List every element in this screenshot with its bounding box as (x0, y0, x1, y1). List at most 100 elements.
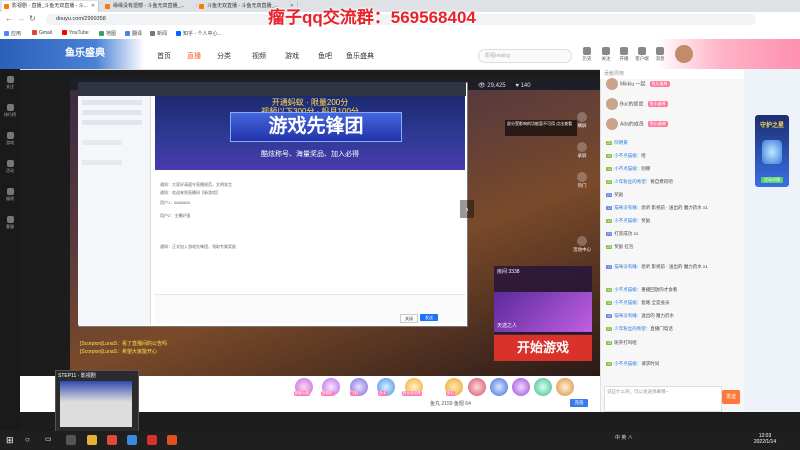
banner-subtitle: 酷炫称号、海量奖品、加入必得 (261, 151, 359, 158)
gift-item[interactable] (556, 378, 574, 396)
rotate-button[interactable]: 横屏 (568, 112, 596, 129)
expand-arrow-icon[interactable]: › (460, 200, 474, 218)
app-icon[interactable] (147, 435, 157, 445)
follow-button[interactable]: 关注 (598, 47, 614, 62)
bookmark-item[interactable]: 知乎 - 个人中心... (176, 30, 222, 37)
chat-message[interactable]: 14 小不点猫娘：奖励 (606, 218, 650, 224)
system-tray[interactable]: 中 英 ∧ (615, 434, 633, 441)
chat-message[interactable]: 20 阿明黄 (606, 140, 628, 146)
captured-sidebar-row (82, 140, 122, 145)
send-button[interactable]: 发送 (722, 390, 740, 404)
captured-sidebar-row (82, 100, 142, 105)
bag-icon (6, 188, 14, 195)
forward-icon[interactable]: → (17, 14, 25, 23)
star-icon (602, 47, 610, 55)
app-icon[interactable] (167, 435, 177, 445)
record-button[interactable]: 录屏 (568, 142, 596, 159)
bookmark-item[interactable]: YouTube (62, 30, 89, 36)
start-game-button[interactable]: 开始游戏 (494, 335, 592, 361)
chat-message[interactable]: 14 小不点猫娘：哈 (606, 153, 646, 159)
captured-chat-line: 通知：大家好请遵守直播规范，文明发言 (160, 182, 232, 187)
chat-message[interactable]: 12 猫咪没有睡：送出的 魔力药水 (606, 313, 674, 319)
gift-item[interactable] (512, 378, 530, 396)
currency-stats: 鱼丸 2159 鱼翅 64 (430, 401, 471, 407)
bookmark-item[interactable]: 应用 (4, 30, 21, 37)
history-button[interactable]: 历史 (579, 47, 595, 62)
avatar[interactable] (675, 45, 693, 63)
nav-item-festival[interactable]: 鱼乐盛典 (346, 51, 374, 61)
recharge-button[interactable]: 充值 (570, 399, 588, 407)
chat-message[interactable]: 14 小不点猫娘：别哪 (606, 166, 650, 172)
chat-message[interactable]: 14 小不点猫娘：重播回放的才会看 (606, 287, 677, 293)
chat-input[interactable]: 说些什么吧，可以发送弹幕哦~ (604, 386, 722, 412)
app-icon[interactable] (127, 435, 137, 445)
chat-message[interactable]: 13 猫咪没有睡：悉听 影视前 · 送出的 魔力药水 x1 (606, 264, 708, 270)
search-icon[interactable]: ○ (25, 435, 35, 445)
sidebar-item-service[interactable]: 客服 (0, 216, 20, 230)
folder-icon[interactable] (87, 435, 97, 445)
gift-item[interactable] (490, 378, 508, 396)
douyu-search-input[interactable]: 影视rewing (478, 49, 572, 63)
danmu-line: [Scorpion]LunaS：看了直播间的公告吗 (80, 341, 167, 347)
chat-message[interactable]: 22 少年粉丝的希望：要自费的吧 (606, 179, 673, 185)
left-sidebar (0, 69, 20, 431)
notice-toast[interactable]: 部分受影响的功能暂不可用 点击查看 (505, 120, 577, 136)
taskbar-clock[interactable]: 12:03 2022/1/14 (745, 433, 785, 445)
bookmark-item[interactable]: 新闻 (150, 30, 167, 37)
sidebar-item-follow[interactable]: 关注 (0, 76, 20, 90)
rank-row[interactable]: Mikkiu 一起 鱼乐盛典 (606, 78, 670, 90)
close-icon[interactable]: ✕ (91, 1, 95, 12)
nav-item-home[interactable]: 首页 (157, 51, 171, 61)
rank-row[interactable]: Ada的成员 鱼乐盛典 (606, 118, 668, 130)
nav-item-category[interactable]: 分类 (217, 51, 231, 61)
gift-icon (577, 236, 587, 246)
broadcast-button[interactable]: 开播 (616, 47, 632, 62)
chat-message[interactable]: 21 打赏成功 x1 (606, 231, 638, 237)
heart-icon (6, 76, 14, 83)
captured-close-button: 关闭 (400, 314, 418, 323)
sidebar-item-luckybag[interactable]: 福袋 (0, 188, 20, 202)
chat-message[interactable]: 25 奖励 红包 (606, 244, 633, 250)
bookmark-item[interactable]: Gmail (32, 30, 52, 36)
headset-icon (6, 216, 14, 223)
chat-message[interactable]: 14 小不点猫娘：套路 全是会员 (606, 300, 669, 306)
chat-message[interactable]: 21 少年粉丝的希望：直播门电话 (606, 326, 673, 332)
rank-row[interactable]: Buc的星星 鱼乐盛典 (606, 98, 668, 110)
nav-item-fishbar[interactable]: 鱼吧 (318, 51, 332, 61)
activity-ad-button[interactable]: 活动详情 (761, 177, 783, 183)
nav-item-game[interactable]: 游戏 (285, 51, 299, 61)
chat-message[interactable]: 12 猫咪没有睡：悉听 影视前 · 送出的 魔力药水 x1 (606, 205, 708, 211)
gamepad-icon (6, 132, 14, 139)
file-explorer-icon[interactable] (66, 435, 76, 445)
reload-icon[interactable]: ↻ (29, 14, 36, 23)
browser-tab[interactable]: 缘缘没有遗憾 - 斗鱼无双直播_...✕ (103, 1, 204, 12)
chrome-icon[interactable] (107, 435, 117, 445)
windows-start-icon[interactable]: ⊞ (6, 435, 16, 445)
captured-chat-line: 通知：正式加入游戏先锋团，领取专属奖励 (160, 244, 236, 249)
chat-message[interactable]: 15 呢开打吗哈 (606, 340, 637, 346)
back-icon[interactable]: ← (5, 14, 13, 23)
douyu-logo[interactable]: 鱼乐盛典 (40, 44, 130, 64)
gift-item[interactable] (468, 378, 486, 396)
activity-center-button[interactable]: 活动中心 (568, 236, 596, 253)
captured-chat-line: 用户1：6666666 (160, 200, 190, 205)
tab-favicon-icon (199, 4, 204, 9)
client-button[interactable]: 客户端 (634, 47, 650, 62)
hot-button[interactable]: 热门 (568, 172, 596, 189)
bookmark-item[interactable]: 翻译 (125, 30, 142, 37)
nav-item-video[interactable]: 视频 (252, 51, 266, 61)
avatar (606, 98, 618, 110)
task-view-icon[interactable]: ▭ (45, 435, 55, 445)
gift-item[interactable] (534, 378, 552, 396)
banner-title: 游戏先锋团 (230, 112, 402, 142)
sidebar-item-activity[interactable]: 活动 (0, 160, 20, 174)
messages-button[interactable]: 消息 (652, 47, 668, 62)
avatar (606, 78, 618, 90)
bookmark-item[interactable]: 地图 (99, 30, 116, 37)
chat-message[interactable]: 21 奖励 (606, 192, 623, 198)
browser-tab[interactable]: 影视剧 - 直播_斗鱼无双直播 - 斗... ✕ (2, 1, 99, 12)
sidebar-item-game[interactable]: 游戏 (0, 132, 20, 146)
chat-message[interactable]: 14 小不点猫娘：请求时间 (606, 361, 659, 367)
nav-item-live[interactable]: 直播 (187, 51, 201, 61)
sidebar-item-rank[interactable]: 排行榜 (0, 104, 20, 118)
